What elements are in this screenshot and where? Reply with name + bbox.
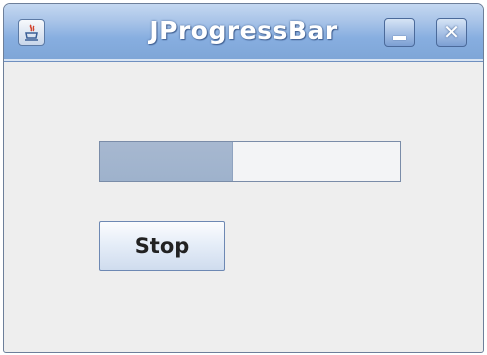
close-button[interactable]: ✕ bbox=[436, 18, 467, 47]
progress-bar-fill bbox=[100, 142, 233, 181]
app-window: JProgressBar ✕ Stop bbox=[3, 3, 484, 353]
progress-bar bbox=[99, 141, 401, 182]
title-bar[interactable]: JProgressBar ✕ bbox=[4, 4, 483, 62]
minimize-button[interactable] bbox=[384, 18, 415, 47]
minimize-icon bbox=[393, 36, 406, 40]
close-icon: ✕ bbox=[443, 20, 460, 44]
stop-button[interactable]: Stop bbox=[99, 221, 225, 271]
